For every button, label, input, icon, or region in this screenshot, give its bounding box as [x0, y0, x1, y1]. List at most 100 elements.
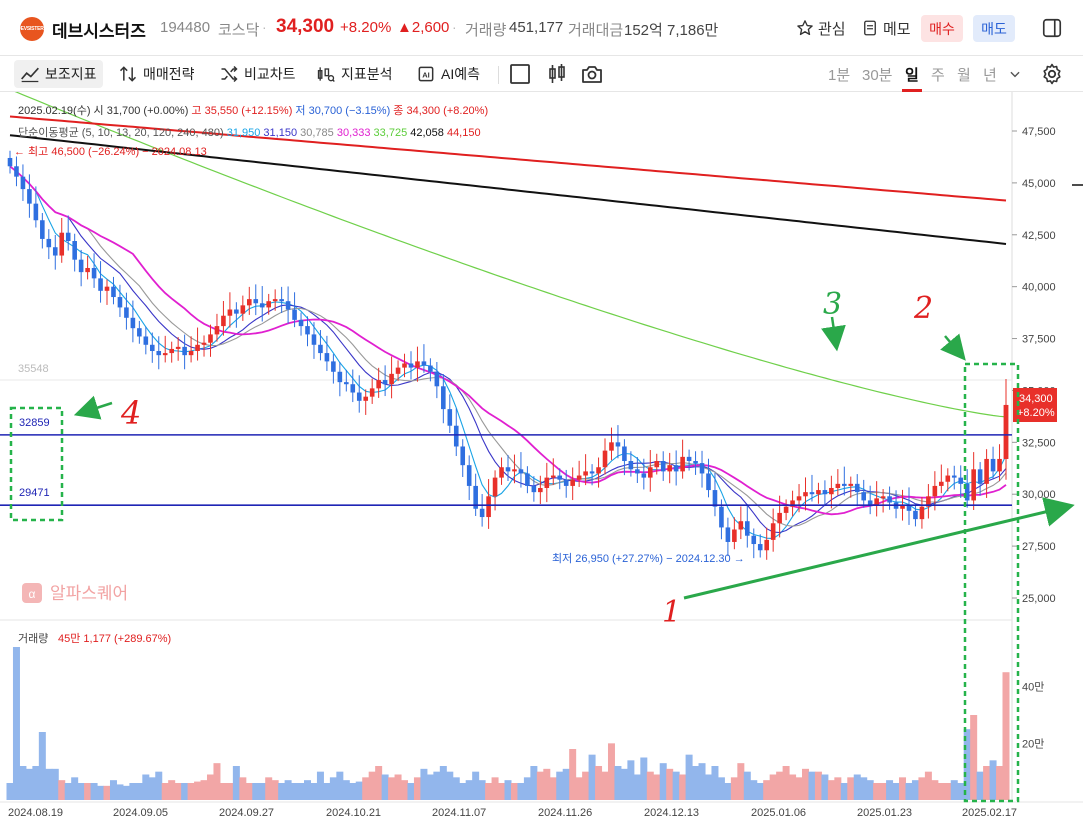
candle [712, 472, 718, 517]
badge-percent: +8.20% [1017, 407, 1055, 419]
price-chart[interactable]: 3285929471 25,00027,50030,00032,50035,00… [0, 92, 1083, 828]
volume-bar [659, 763, 667, 800]
date-tick-label: 2025.01.06 [751, 807, 806, 819]
date-tick-label: 2024.11.26 [538, 807, 592, 819]
candle [770, 508, 776, 552]
volume-bar [64, 783, 72, 800]
camera-icon[interactable] [580, 62, 604, 86]
ai-forecast-button[interactable]: AI AI예측 [410, 60, 486, 88]
candle [835, 469, 841, 496]
separator-dot: · [262, 19, 267, 35]
annotations: 1 2 3 4 [9, 287, 1075, 803]
period-month[interactable]: 월 [957, 64, 971, 85]
annotation-number-2: 2 [913, 291, 933, 326]
candle [874, 481, 879, 517]
ma-value: 30,333 [334, 127, 371, 139]
period-year[interactable]: 년 [983, 64, 997, 85]
candlestick-type-icon[interactable] [545, 62, 569, 86]
badge-price: 34,300 [1019, 393, 1053, 405]
buy-button[interactable]: 매수 [921, 15, 963, 42]
indicator-analysis-button[interactable]: 지표분석 [310, 60, 399, 88]
moving-average-info: 단순이동평균 (5, 10, 13, 20, 120, 240, 480) 31… [18, 126, 481, 139]
volume-bar [633, 774, 641, 800]
compare-chart-button[interactable]: 비교차트 [213, 60, 302, 88]
volume-bar [58, 780, 66, 800]
volume-bar [291, 783, 299, 800]
volume-bar [232, 766, 240, 800]
compare-chart-label: 비교차트 [244, 66, 296, 82]
volume-bar [239, 777, 247, 800]
candle [757, 534, 763, 558]
shuffle-icon [221, 65, 238, 83]
period-1min[interactable]: 1분 [828, 64, 850, 85]
volume-bar [717, 777, 725, 800]
volume-bar [38, 732, 46, 800]
candle [699, 450, 705, 488]
candle [208, 324, 213, 357]
candle [98, 261, 103, 303]
period-week[interactable]: 주 [931, 64, 945, 85]
candle [499, 457, 504, 485]
volume-bar [698, 763, 706, 800]
gear-icon[interactable] [1040, 62, 1064, 86]
volume-bar [362, 777, 370, 800]
trade-strategy-button[interactable]: 매매전략 [112, 60, 201, 88]
volume-bar [452, 777, 460, 800]
volume-bar [426, 774, 434, 800]
volume-bar [924, 771, 932, 800]
watchlist-button[interactable]: 관심 [796, 14, 846, 42]
candle [680, 439, 685, 479]
period-day[interactable]: 일 [905, 64, 919, 85]
volume-bar [1002, 672, 1010, 800]
volume-bar [911, 780, 919, 800]
candle [143, 326, 149, 355]
volume-bar [814, 771, 822, 800]
volume-bar [970, 715, 978, 800]
volume-bar [439, 766, 447, 800]
candle [434, 362, 440, 399]
volume-bar [498, 783, 506, 800]
volume-info-label: 거래량 [18, 632, 48, 645]
chevron-down-icon[interactable] [1008, 67, 1022, 81]
change-percent: +8.20% [340, 19, 392, 36]
price-tick-label: 27,500 [1022, 541, 1056, 553]
horizontal-line-label: 32859 [19, 417, 50, 429]
volume-bar [575, 777, 583, 800]
volume-bar [342, 780, 350, 800]
volume-bar [109, 780, 117, 800]
volume-bar [6, 783, 14, 800]
ohlc-segment: 저 30,700 (−3.15%) [292, 104, 390, 117]
stock-name[interactable]: 데브시스터즈 [52, 17, 146, 42]
volume-bar [97, 785, 105, 800]
period-30min[interactable]: 30분 [862, 64, 893, 85]
amount-value: 152억 7,186만 [624, 22, 719, 39]
layout-toggle-icon[interactable] [1041, 17, 1063, 39]
candle [350, 369, 356, 403]
volume-bar [763, 780, 771, 800]
volume-bar [595, 766, 603, 800]
volume-bar [12, 647, 20, 800]
date-tick-label: 2024.09.27 [219, 807, 274, 819]
volume-bar [588, 754, 596, 800]
watchlist-label: 관심 [818, 20, 846, 38]
candle [576, 460, 582, 487]
annotation-number-1: 1 [662, 595, 681, 630]
volume-bar [187, 783, 195, 800]
volume-bar [510, 783, 518, 800]
volume-bar [730, 777, 738, 800]
square-draw-icon[interactable] [508, 62, 532, 86]
svg-text:AI: AI [422, 70, 430, 79]
volume-bar [284, 780, 292, 800]
candle [673, 450, 679, 486]
memo-button[interactable]: 메모 [861, 14, 911, 42]
volume-bar [194, 781, 202, 800]
candle [829, 475, 834, 509]
volume-bar [491, 777, 499, 800]
aux-indicator-button[interactable]: 보조지표 [14, 60, 103, 88]
company-logo: DEVSISTERS [17, 17, 47, 41]
memo-icon [864, 20, 876, 36]
sell-button[interactable]: 매도 [973, 15, 1015, 42]
candle [453, 408, 459, 457]
volume-bar [795, 777, 803, 800]
chart-toolbar: 보조지표 매매전략 비교차트 지표분석 AI AI예측 1분 30분 일 주 월… [0, 56, 1083, 92]
